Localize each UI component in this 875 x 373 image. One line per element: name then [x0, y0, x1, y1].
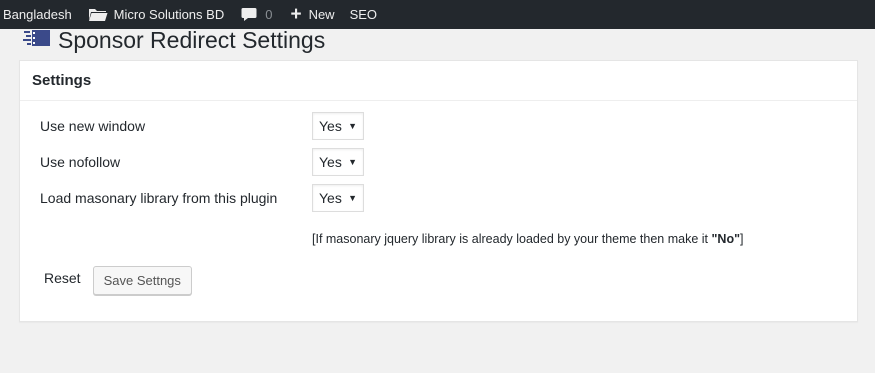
- note-end: ]: [740, 232, 744, 246]
- new-content-link[interactable]: + New: [290, 0, 334, 29]
- settings-panel-header: Settings: [20, 61, 857, 101]
- site-name-link[interactable]: Bangladesh: [0, 0, 72, 29]
- caret-down-icon: ▼: [348, 193, 357, 203]
- masonary-select[interactable]: Yes ▼: [312, 184, 364, 212]
- caret-down-icon: ▼: [348, 121, 357, 131]
- page-title: Sponsor Redirect Settings: [58, 26, 326, 53]
- admin-bar: Bangladesh Micro Solutions BD 0 + New SE…: [0, 0, 875, 29]
- comment-icon: [241, 8, 257, 21]
- seo-link[interactable]: SEO: [350, 0, 377, 29]
- new-label: New: [308, 7, 335, 22]
- site-name: Bangladesh: [3, 7, 72, 22]
- setting-row-masonary: Load masonary library from this plugin Y…: [40, 184, 364, 218]
- note-emphasis: "No": [711, 232, 741, 246]
- nofollow-select[interactable]: Yes ▼: [312, 148, 364, 176]
- setting-row-nofollow: Use nofollow Yes ▼: [40, 148, 364, 182]
- setting-row-new-window: Use new window Yes ▼: [40, 112, 364, 146]
- plugin-icon: [23, 30, 50, 46]
- plus-icon: +: [290, 4, 302, 25]
- select-value: Yes: [319, 118, 342, 134]
- setting-label: Load masonary library from this plugin: [40, 190, 278, 206]
- form-actions: Reset Save Settngs: [44, 266, 192, 295]
- new-window-select[interactable]: Yes ▼: [312, 112, 364, 140]
- reset-link[interactable]: Reset: [44, 270, 81, 286]
- settings-heading: Settings: [32, 72, 92, 89]
- seo-label: SEO: [349, 7, 378, 22]
- comment-count: 0: [265, 7, 273, 22]
- save-settings-button[interactable]: Save Settngs: [92, 266, 192, 295]
- setting-label: Use nofollow: [40, 154, 121, 170]
- site-link[interactable]: Micro Solutions BD: [88, 0, 225, 29]
- settings-panel: Settings Use new window Yes ▼ Use nofoll…: [19, 60, 858, 322]
- select-value: Yes: [319, 154, 342, 170]
- caret-down-icon: ▼: [348, 157, 357, 167]
- note-text: [If masonary jquery library is already l…: [312, 232, 712, 246]
- folder-icon: [88, 9, 108, 21]
- setting-label: Use new window: [40, 118, 146, 134]
- page-heading: Sponsor Redirect Settings: [20, 26, 326, 55]
- masonary-note: [If masonary jquery library is already l…: [312, 232, 744, 246]
- select-value: Yes: [319, 190, 342, 206]
- comments-link[interactable]: 0: [241, 0, 272, 29]
- site-link-label: Micro Solutions BD: [113, 7, 225, 22]
